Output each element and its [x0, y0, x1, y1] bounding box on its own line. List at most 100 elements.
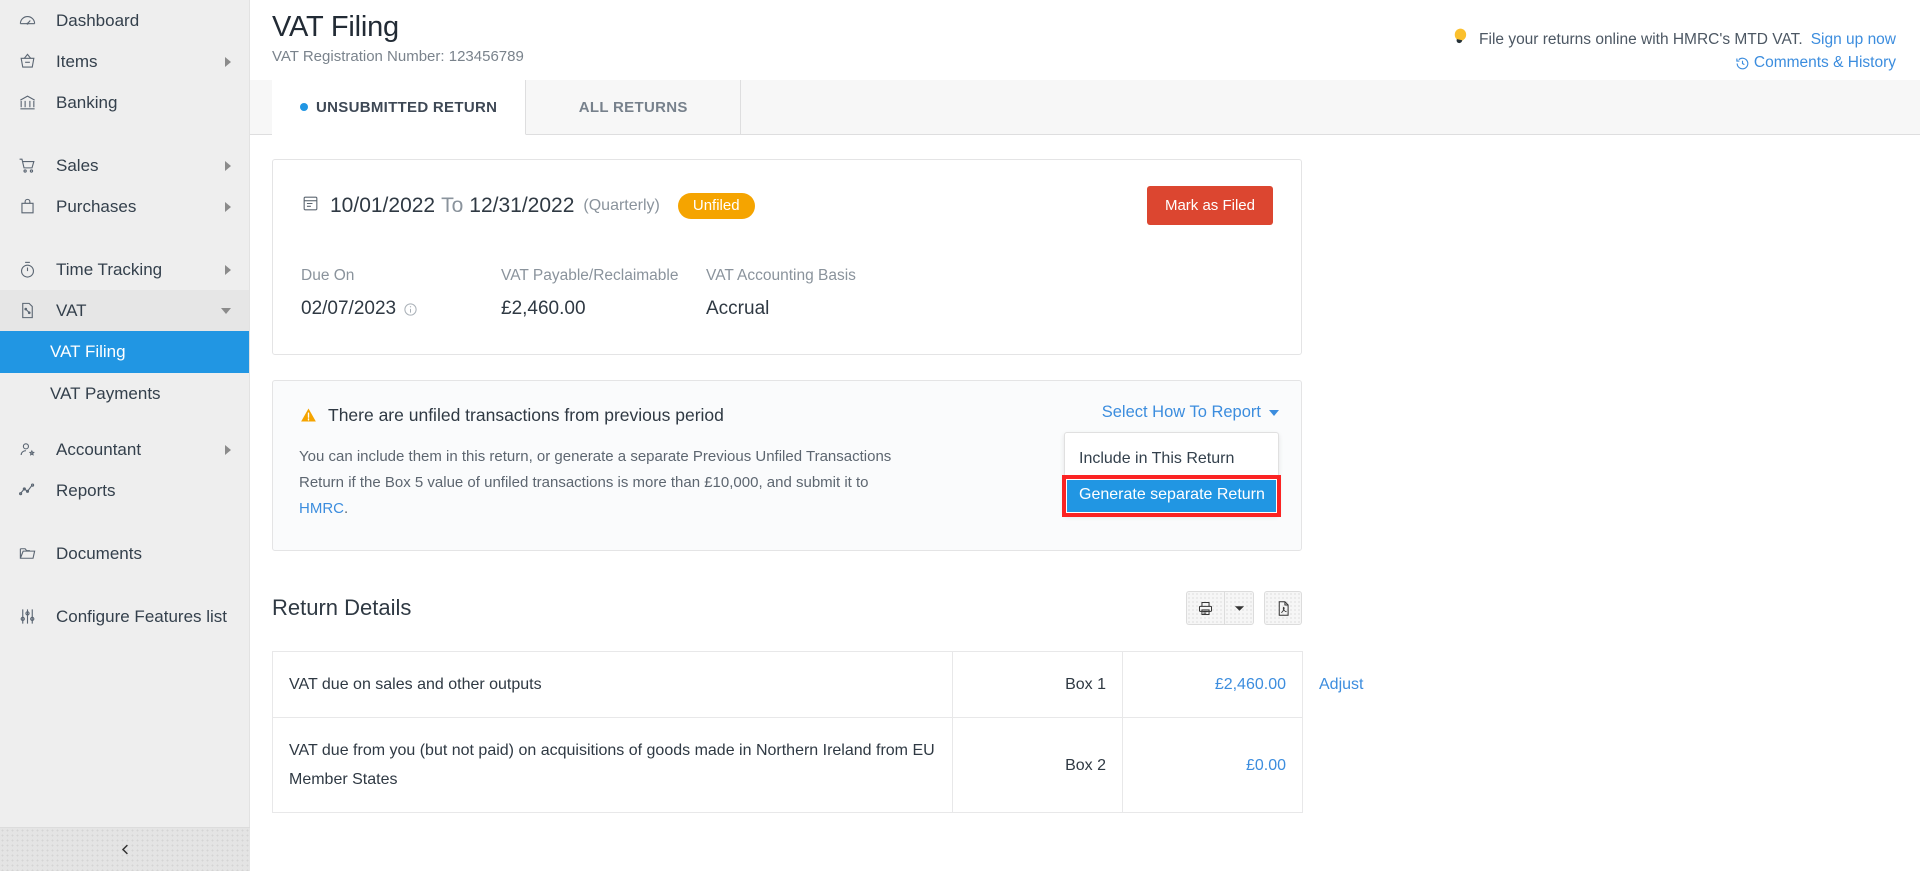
dropdown-option-generate-separate-return[interactable]: Generate separate Return — [1065, 478, 1278, 514]
field-vat-payable: VAT Payable/Reclaimable £2,460.00 — [501, 267, 706, 320]
table-row: VAT due from you (but not paid) on acqui… — [273, 718, 1336, 813]
sidebar-divider-2 — [0, 227, 249, 249]
info-icon[interactable] — [403, 302, 418, 317]
unfiled-transactions-card: There are unfiled transactions from prev… — [272, 380, 1302, 551]
sidebar-item-label: Banking — [56, 93, 117, 113]
comments-history-link[interactable]: Comments & History — [1449, 54, 1896, 72]
tab-all-returns[interactable]: ALL RETURNS — [526, 80, 741, 134]
sidebar-item-label: Accountant — [56, 440, 141, 460]
chevron-down-icon — [1234, 603, 1245, 614]
content-bottom-spacer — [272, 813, 1302, 871]
sliders-icon — [18, 607, 44, 627]
accountant-icon — [18, 440, 44, 460]
print-button[interactable] — [1186, 591, 1224, 625]
sidebar-item-purchases[interactable]: Purchases — [0, 186, 249, 227]
sidebar-item-label: Configure Features list — [56, 607, 227, 627]
sidebar-item-vat[interactable]: VAT — [0, 290, 249, 331]
sidebar-item-time-tracking[interactable]: Time Tracking — [0, 249, 249, 290]
field-due-on: Due On 02/07/2023 — [301, 267, 501, 320]
sidebar-item-banking[interactable]: Banking — [0, 82, 249, 123]
sidebar-item-items[interactable]: Items — [0, 41, 249, 82]
chevron-down-icon — [221, 308, 231, 314]
adjust-link[interactable]: Adjust — [1319, 676, 1363, 693]
sidebar-item-sales[interactable]: Sales — [0, 145, 249, 186]
pdf-file-icon — [1275, 600, 1292, 617]
lightbulb-icon — [1449, 26, 1471, 53]
cart-icon — [18, 156, 44, 176]
sidebar-item-vat-filing[interactable]: VAT Filing — [0, 331, 249, 373]
tab-bar-filler — [741, 80, 1920, 134]
sidebar-item-documents[interactable]: Documents — [0, 533, 249, 574]
calendar-icon — [301, 194, 320, 218]
tab-label: ALL RETURNS — [579, 99, 688, 116]
sidebar-item-label: Items — [56, 52, 98, 72]
row-box-number: Box 2 — [953, 718, 1123, 813]
unfiled-body-part1: You can include them in this return, or … — [299, 448, 891, 491]
dropdown-option-include-in-this-return[interactable]: Include in This Return — [1065, 442, 1278, 478]
hmrc-notice: File your returns online with HMRC's MTD… — [1449, 26, 1896, 53]
field-label: VAT Accounting Basis — [706, 267, 936, 285]
chevron-right-icon — [225, 57, 231, 67]
hmrc-notice-text: File your returns online with HMRC's MTD… — [1479, 31, 1803, 49]
export-pdf-button[interactable] — [1264, 591, 1302, 625]
row-amount[interactable]: £0.00 — [1123, 718, 1303, 813]
comments-history-label: Comments & History — [1754, 54, 1896, 72]
main-content: VAT Filing VAT Registration Number: 1234… — [250, 0, 1920, 871]
timer-icon — [18, 260, 44, 280]
row-amount[interactable]: £2,460.00 — [1123, 652, 1303, 718]
period-to-word: To — [441, 194, 463, 218]
row-adjust-cell: Adjust — [1303, 652, 1336, 718]
page-header-left: VAT Filing VAT Registration Number: 1234… — [272, 8, 524, 80]
select-how-to-report-button[interactable]: Select How To Report — [1064, 403, 1279, 422]
sidebar-group-documents: Documents — [0, 533, 249, 574]
chevron-right-icon — [225, 265, 231, 275]
clock-history-icon — [1735, 56, 1750, 71]
mark-as-filed-button[interactable]: Mark as Filed — [1147, 186, 1273, 225]
field-label: VAT Payable/Reclaimable — [501, 267, 706, 285]
return-details-table: VAT due on sales and other outputs Box 1… — [272, 651, 1336, 813]
field-label: Due On — [301, 267, 501, 285]
content-scroll-area[interactable]: 10/01/2022 To 12/31/2022 (Quarterly) Unf… — [250, 135, 1920, 871]
sidebar-item-vat-payments[interactable]: VAT Payments — [0, 373, 249, 415]
print-button-group — [1186, 591, 1254, 625]
print-options-button[interactable] — [1224, 591, 1254, 625]
sidebar-group-configure: Configure Features list — [0, 596, 249, 637]
sidebar-item-dashboard[interactable]: Dashboard — [0, 0, 249, 41]
hmrc-link[interactable]: HMRC — [299, 500, 344, 517]
field-value: £2,460.00 — [501, 298, 706, 320]
sidebar-subitem-label: VAT Payments — [50, 384, 161, 404]
page-title: VAT Filing — [272, 8, 524, 46]
sidebar-item-label: Sales — [56, 156, 99, 176]
warning-triangle-icon — [299, 406, 318, 430]
period-from-date: 10/01/2022 — [330, 194, 435, 218]
return-details-title: Return Details — [272, 595, 411, 621]
page-header: VAT Filing VAT Registration Number: 1234… — [250, 0, 1920, 80]
printer-icon — [1197, 600, 1214, 617]
status-badge: Unfiled — [678, 193, 755, 219]
return-details-toolbar — [1186, 591, 1302, 625]
sidebar-group-primary: Dashboard Items Banking — [0, 0, 249, 123]
table-body: VAT due on sales and other outputs Box 1… — [273, 652, 1336, 813]
sidebar-group-reports: Accountant Reports — [0, 429, 249, 511]
return-summary-card: 10/01/2022 To 12/31/2022 (Quarterly) Unf… — [272, 159, 1302, 355]
sidebar-item-accountant[interactable]: Accountant — [0, 429, 249, 470]
sidebar-item-reports[interactable]: Reports — [0, 470, 249, 511]
period-frequency: (Quarterly) — [583, 197, 659, 215]
chevron-right-icon — [225, 445, 231, 455]
bank-icon — [18, 93, 44, 113]
page-header-right: File your returns online with HMRC's MTD… — [1449, 8, 1896, 80]
select-how-to-report-wrap: Select How To Report Include in This Ret… — [1064, 403, 1279, 515]
chevron-down-icon — [1269, 410, 1279, 416]
dashboard-icon — [18, 11, 44, 31]
unfiled-body-part2: . — [344, 500, 348, 517]
vat-registration-number: VAT Registration Number: 123456789 — [272, 48, 524, 65]
sidebar-item-configure-features[interactable]: Configure Features list — [0, 596, 249, 637]
sidebar-group-transactions: Sales Purchases — [0, 145, 249, 227]
sidebar-subitem-label: VAT Filing — [50, 342, 126, 362]
sign-up-now-link[interactable]: Sign up now — [1811, 31, 1896, 49]
sidebar: Dashboard Items Banking — [0, 0, 250, 871]
field-accounting-basis: VAT Accounting Basis Accrual — [706, 267, 936, 320]
sidebar-collapse-button[interactable] — [0, 827, 250, 871]
sidebar-item-label: Documents — [56, 544, 142, 564]
tab-unsubmitted-return[interactable]: UNSUBMITTED RETURN — [272, 80, 526, 135]
